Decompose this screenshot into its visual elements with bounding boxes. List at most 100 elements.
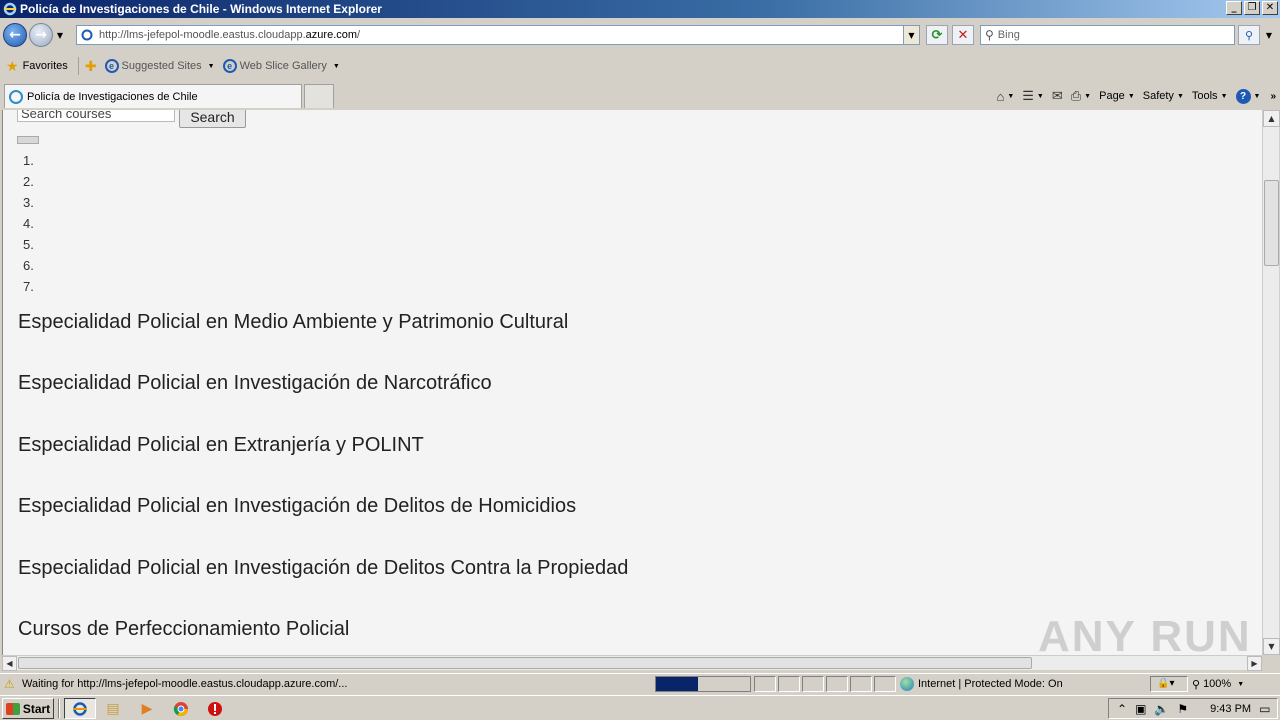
ie-logo-icon	[73, 701, 87, 716]
window-title: Policía de Investigaciones de Chile - Wi…	[20, 2, 382, 16]
folder-icon[interactable]: ▤	[104, 700, 122, 717]
read-mail-icon[interactable]: ✉	[1052, 88, 1063, 104]
status-text: Waiting for http://lms-jefepol-moodle.ea…	[22, 678, 348, 690]
page-menu[interactable]: Page ▼	[1099, 90, 1135, 102]
favorites-bar: ★ Favorites ✚ e Suggested Sites ▼ e Web …	[0, 54, 1280, 78]
taskbar-divider	[58, 699, 60, 718]
flag-icon[interactable]: ⚑	[1177, 702, 1188, 716]
status-bar: ⚠ Waiting for http://lms-jefepol-moodle.…	[0, 673, 1280, 693]
tools-menu[interactable]: Tools ▼	[1192, 90, 1228, 102]
course-search-button[interactable]: Search	[179, 110, 246, 128]
list-item: 2.	[23, 174, 34, 189]
loading-progress-bar	[655, 676, 751, 692]
address-bar[interactable]: http://lms-jefepol-moodle.eastus.cloudap…	[76, 25, 920, 45]
menu-toggle-button[interactable]	[17, 136, 39, 144]
new-tab-button[interactable]	[304, 84, 334, 108]
horizontal-scrollbar[interactable]: ◀ ▶	[2, 655, 1262, 671]
star-icon: ★	[6, 57, 19, 74]
stop-button[interactable]: ✕	[952, 25, 974, 45]
chevron-down-icon: ▼	[332, 62, 340, 70]
page-content: Search courses Search 1. 2. 3. 4. 5. 6. …	[2, 110, 1262, 655]
rss-feeds-icon[interactable]: ☰ ▼	[1022, 88, 1044, 104]
search-go-button[interactable]: ⚲	[1238, 25, 1260, 45]
zoom-control[interactable]: ⚲ 100% ▼	[1192, 676, 1244, 692]
ie-page-icon: e	[222, 59, 237, 73]
help-menu[interactable]: ? ▼	[1235, 88, 1260, 104]
add-to-favorites-icon[interactable]: ✚	[85, 58, 97, 75]
progress-fill	[656, 677, 699, 691]
course-category-link[interactable]: Especialidad Policial en Medio Ambiente …	[18, 308, 628, 369]
protected-mode-panel[interactable]: 🔒▾	[1150, 676, 1188, 692]
chrome-icon[interactable]	[172, 700, 190, 717]
globe-icon	[900, 677, 914, 691]
chevron-right-icon[interactable]: »	[1270, 91, 1276, 102]
suggested-sites-link[interactable]: e Suggested Sites ▼	[104, 59, 215, 73]
taskbar-ie-button[interactable]	[64, 698, 96, 719]
scroll-left-icon[interactable]: ◀	[2, 656, 17, 671]
horizontal-scroll-thumb[interactable]	[18, 657, 1032, 669]
back-button[interactable]: ←	[3, 23, 27, 47]
media-player-icon[interactable]: ▶	[138, 700, 156, 717]
volume-icon[interactable]: 🔈	[1154, 702, 1169, 716]
home-icon[interactable]: ⌂ ▼	[996, 89, 1014, 104]
search-options-dropdown-icon[interactable]: ▼	[1262, 25, 1276, 45]
security-zone[interactable]: Internet | Protected Mode: On	[900, 676, 1063, 692]
recent-pages-dropdown-icon[interactable]: ▼	[54, 31, 66, 40]
window-controls: _ ❐ ✕	[1226, 1, 1278, 15]
list-item: 3.	[23, 195, 34, 210]
network-icon[interactable]: ▣	[1135, 702, 1146, 716]
course-category-link[interactable]: Especialidad Policial en Investigación d…	[18, 369, 628, 430]
page-icon	[79, 27, 95, 43]
search-placeholder: Bing	[997, 29, 1020, 41]
help-icon: ?	[1235, 88, 1251, 104]
list-item: 6.	[23, 258, 34, 273]
zoom-icon: ⚲	[1192, 678, 1201, 691]
list-item: 4.	[23, 216, 34, 231]
antivirus-icon[interactable]	[206, 700, 224, 717]
favorites-button[interactable]: ★ Favorites	[6, 58, 68, 75]
clock[interactable]: 9:43 PM	[1210, 703, 1251, 715]
status-panel	[850, 676, 872, 692]
tab-row: Policía de Investigaciones de Chile ⌂ ▼ ☰…	[0, 82, 1280, 108]
status-panel	[826, 676, 848, 692]
search-box[interactable]: ⚲ Bing	[980, 25, 1235, 45]
course-category-link[interactable]: Especialidad Policial en Investigación d…	[18, 554, 628, 615]
numbered-list: 1. 2. 3. 4. 5. 6. 7.	[23, 150, 34, 297]
minimize-button[interactable]: _	[1226, 1, 1242, 15]
list-item: 5.	[23, 237, 34, 252]
print-icon[interactable]: ⎙ ▼	[1071, 88, 1091, 104]
web-slice-gallery-link[interactable]: e Web Slice Gallery ▼	[222, 59, 340, 73]
ie-page-icon: e	[104, 59, 119, 73]
course-category-link[interactable]: Cursos de Perfeccionamiento Policial	[18, 615, 628, 655]
loading-icon	[9, 89, 23, 104]
system-tray: ⌃ ▣ 🔈 ⚑ 9:43 PM ▭	[1108, 698, 1278, 719]
close-button[interactable]: ✕	[1262, 1, 1278, 15]
scroll-down-icon[interactable]: ▼	[1263, 638, 1280, 655]
taskbar: Start ▤ ▶ ⌃ ▣ 🔈 ⚑ 9:43 PM ▭	[0, 695, 1280, 720]
start-button[interactable]: Start	[2, 698, 54, 719]
list-item: 1.	[23, 153, 34, 168]
vertical-scroll-thumb[interactable]	[1264, 180, 1279, 266]
tray-expand-icon[interactable]: ⌃	[1117, 702, 1127, 716]
status-panel	[778, 676, 800, 692]
refresh-button[interactable]: ⟳	[926, 25, 948, 45]
tab-active[interactable]: Policía de Investigaciones de Chile	[4, 84, 302, 108]
status-panel	[874, 676, 896, 692]
scroll-up-icon[interactable]: ▲	[1263, 110, 1280, 127]
course-category-link[interactable]: Especialidad Policial en Investigación d…	[18, 492, 628, 553]
favorites-divider	[77, 57, 79, 75]
course-search-input[interactable]: Search courses	[17, 110, 175, 122]
scroll-right-icon[interactable]: ▶	[1247, 656, 1262, 671]
restore-button[interactable]: ❐	[1244, 1, 1260, 15]
status-panel	[802, 676, 824, 692]
safety-menu[interactable]: Safety ▼	[1143, 90, 1184, 102]
course-search-form: Search courses Search	[17, 110, 246, 128]
address-dropdown-icon[interactable]: ▼	[903, 26, 919, 44]
show-desktop-icon[interactable]: ▭	[1259, 702, 1270, 716]
scrollbar-corner	[1262, 655, 1279, 670]
warning-icon: ⚠	[4, 677, 15, 691]
forward-button[interactable]: →	[29, 23, 53, 47]
course-category-link[interactable]: Especialidad Policial en Extranjería y P…	[18, 431, 628, 492]
vertical-scrollbar[interactable]: ▲ ▼	[1262, 110, 1280, 655]
address-url[interactable]: http://lms-jefepol-moodle.eastus.cloudap…	[99, 29, 360, 41]
